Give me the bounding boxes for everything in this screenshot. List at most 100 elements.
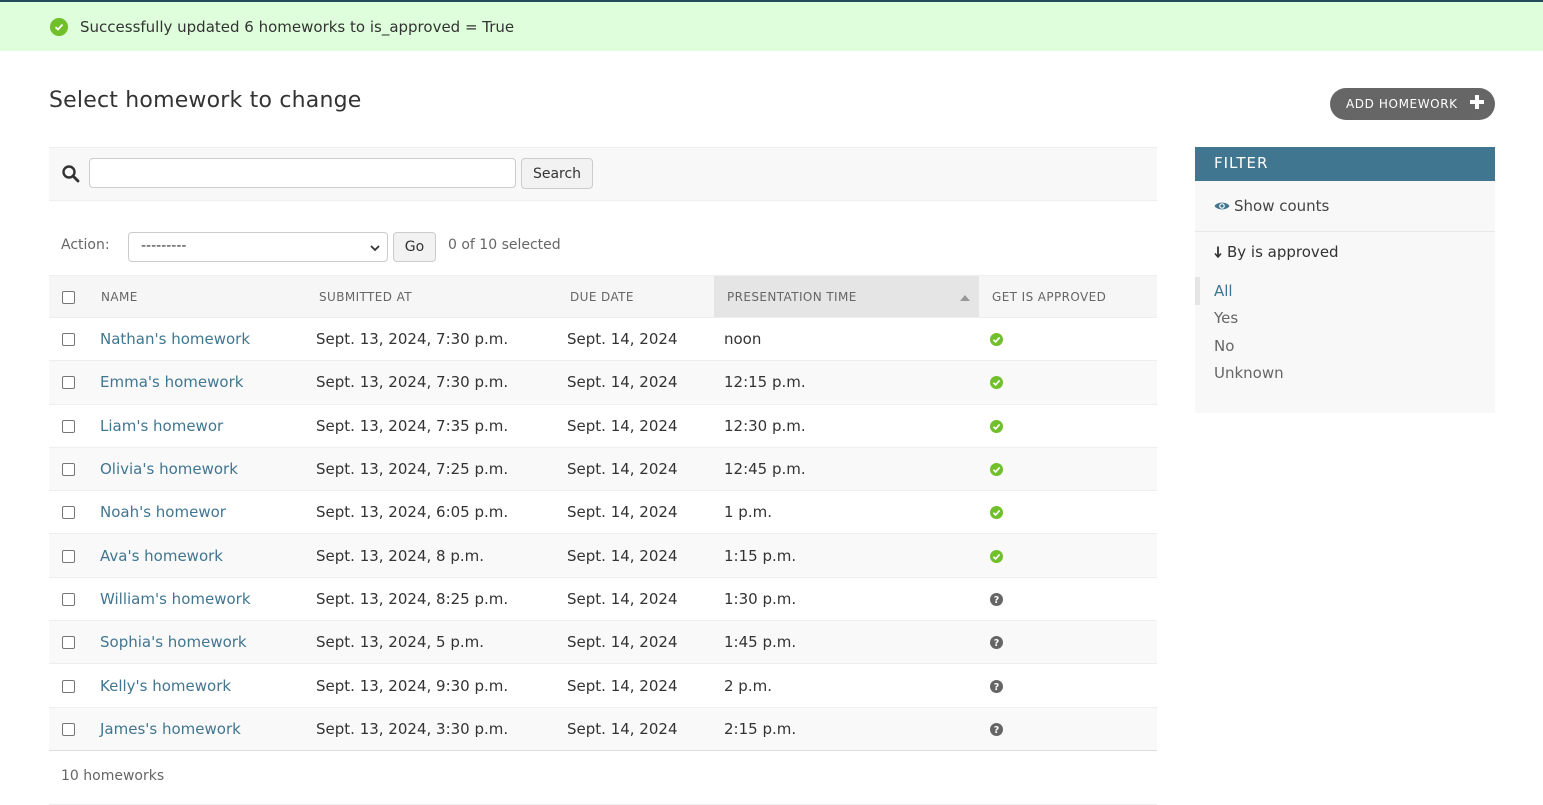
filter-option-yes[interactable]: Yes — [1195, 305, 1495, 333]
sort-ascending-icon[interactable] — [960, 295, 970, 301]
row-checkbox[interactable] — [62, 636, 75, 650]
go-button[interactable]: Go — [393, 232, 436, 262]
submitted-at-cell: Sept. 13, 2024, 7:35 p.m. — [316, 404, 567, 448]
filter-panel: FILTER Show counts By is approved All Ye… — [1195, 147, 1495, 413]
presentation-time-cell: 2 p.m. — [714, 663, 979, 708]
select-all-checkbox[interactable] — [62, 290, 75, 304]
homework-link[interactable]: Sophia's homework — [98, 633, 247, 651]
row-checkbox[interactable] — [62, 419, 75, 433]
table-row: William's homework Sept. 13, 2024, 8:25 p… — [49, 577, 1157, 622]
homework-link[interactable]: Noah's homewor — [98, 503, 226, 521]
unknown-question-icon: ? — [990, 590, 1003, 608]
table-row: Emma's homework Sept. 13, 2024, 7:30 p.m.… — [49, 360, 1157, 405]
results-table: NAME SUBMITTED AT DUE DATE PRESENTATION … — [49, 275, 1157, 751]
due-date-cell: Sept. 14, 2024 — [567, 707, 714, 751]
name-cell: Nathan's homework — [98, 317, 316, 362]
filter-title-label: By is approved — [1227, 243, 1339, 261]
table-row: Olivia's homework Sept. 13, 2024, 7:25 p.… — [49, 447, 1157, 492]
action-select[interactable]: --------- — [128, 232, 388, 262]
success-message-text: Successfully updated 6 homeworks to is_a… — [80, 17, 515, 36]
approved-cell — [979, 317, 1157, 362]
svg-text:?: ? — [994, 725, 1000, 736]
presentation-time-cell: 12:45 p.m. — [714, 447, 979, 492]
filter-option-unknown[interactable]: Unknown — [1195, 360, 1495, 388]
homework-link[interactable]: Nathan's homework — [98, 330, 250, 348]
presentation-time-cell: 1:45 p.m. — [714, 620, 979, 665]
filter-option-no[interactable]: No — [1195, 332, 1495, 360]
approved-cell: ? — [979, 577, 1157, 622]
homework-link[interactable]: Olivia's homework — [98, 460, 238, 478]
search-input[interactable] — [89, 158, 516, 188]
homework-link[interactable]: Ava's homework — [98, 547, 223, 565]
row-checkbox[interactable] — [62, 463, 75, 477]
column-header-name[interactable]: NAME — [98, 275, 316, 318]
submitted-at-cell: Sept. 13, 2024, 5 p.m. — [316, 620, 567, 665]
homework-link[interactable]: James's homework — [98, 720, 241, 738]
presentation-time-cell: 12:30 p.m. — [714, 404, 979, 448]
name-cell: Ava's homework — [98, 533, 316, 578]
row-checkbox[interactable] — [62, 549, 75, 563]
submitted-at-cell: Sept. 13, 2024, 8:25 p.m. — [316, 577, 567, 622]
search-button[interactable]: Search — [521, 158, 593, 189]
approved-cell — [979, 360, 1157, 405]
column-header-presentation-time[interactable]: PRESENTATION TIME — [714, 275, 979, 318]
row-select-cell — [49, 447, 98, 492]
name-cell: James's homework — [98, 707, 316, 751]
homework-link[interactable]: Emma's homework — [98, 373, 243, 391]
table-row: Liam's homewor Sept. 13, 2024, 7:35 p.m. S… — [49, 404, 1157, 448]
submitted-at-cell: Sept. 13, 2024, 3:30 p.m. — [316, 707, 567, 751]
due-date-cell: Sept. 14, 2024 — [567, 533, 714, 578]
row-checkbox[interactable] — [62, 722, 75, 736]
presentation-time-cell: 1:15 p.m. — [714, 533, 979, 578]
homework-link[interactable]: Liam's homewor — [98, 417, 223, 435]
row-select-cell — [49, 577, 98, 622]
page-title: Select homework to change — [49, 88, 362, 113]
column-header-submitted-at-label: SUBMITTED AT — [319, 289, 413, 304]
add-homework-button[interactable]: ADD HOMEWORK — [1330, 88, 1495, 120]
homework-link[interactable]: Kelly's homework — [98, 677, 231, 695]
presentation-time-cell: 1 p.m. — [714, 490, 979, 535]
table-row: James's homework Sept. 13, 2024, 3:30 p.m… — [49, 707, 1157, 751]
approved-check-icon — [990, 460, 1003, 478]
row-checkbox[interactable] — [62, 592, 75, 606]
approved-check-icon — [990, 330, 1003, 348]
name-cell: Liam's homewor — [98, 404, 316, 448]
approved-check-icon — [990, 417, 1003, 435]
submitted-at-cell: Sept. 13, 2024, 8 p.m. — [316, 533, 567, 578]
approved-cell — [979, 490, 1157, 535]
row-checkbox[interactable] — [62, 679, 75, 693]
column-header-presentation-time-label: PRESENTATION TIME — [727, 289, 857, 304]
filter-option-all[interactable]: All — [1195, 277, 1495, 305]
filter-header: FILTER — [1195, 147, 1495, 181]
row-checkbox[interactable] — [62, 376, 75, 390]
approved-cell — [979, 404, 1157, 448]
add-homework-label: ADD HOMEWORK — [1346, 97, 1458, 111]
row-checkbox[interactable] — [62, 506, 75, 520]
due-date-cell: Sept. 14, 2024 — [567, 404, 714, 448]
row-checkbox[interactable] — [62, 333, 75, 347]
name-cell: Emma's homework — [98, 360, 316, 405]
filter-title[interactable]: By is approved — [1195, 232, 1495, 261]
table-row: Kelly's homework Sept. 13, 2024, 9:30 p.m… — [49, 663, 1157, 708]
chevron-down-icon — [370, 245, 380, 252]
homework-link[interactable]: William's homework — [98, 590, 251, 608]
paginator: 10 homeworks — [49, 750, 1157, 805]
name-cell: Sophia's homework — [98, 620, 316, 665]
table-row: Sophia's homework Sept. 13, 2024, 5 p.m. S… — [49, 620, 1157, 665]
column-header-due-date[interactable]: DUE DATE — [567, 275, 714, 318]
search-toolbar: Search — [49, 147, 1157, 201]
row-select-cell — [49, 317, 98, 362]
due-date-cell: Sept. 14, 2024 — [567, 360, 714, 405]
approved-cell: ? — [979, 663, 1157, 708]
table-row: Noah's homewor Sept. 13, 2024, 6:05 p.m. S… — [49, 490, 1157, 535]
table-row: Ava's homework Sept. 13, 2024, 8 p.m. Sept… — [49, 533, 1157, 578]
row-select-cell — [49, 620, 98, 665]
show-counts-link[interactable]: Show counts — [1195, 181, 1495, 232]
due-date-cell: Sept. 14, 2024 — [567, 490, 714, 535]
show-counts-label: Show counts — [1234, 197, 1330, 215]
name-cell: William's homework — [98, 577, 316, 622]
column-header-submitted-at[interactable]: SUBMITTED AT — [316, 275, 567, 318]
action-select-value: --------- — [141, 238, 187, 254]
row-select-cell — [49, 404, 98, 448]
search-icon — [62, 165, 80, 183]
